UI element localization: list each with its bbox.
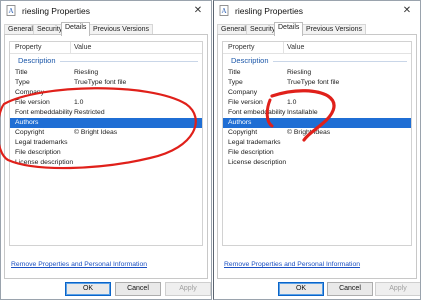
- row-value: TrueType font file: [287, 79, 340, 86]
- properties-window-left: A riesling Properties ✕ General Security…: [0, 0, 212, 300]
- column-divider[interactable]: [283, 42, 284, 54]
- property-row-copyright[interactable]: Copyright © Bright Ideas: [10, 128, 202, 138]
- row-key: Copyright: [228, 129, 258, 136]
- row-key: License description: [15, 159, 74, 166]
- row-key: Authors: [228, 119, 252, 126]
- svg-text:A: A: [222, 7, 227, 15]
- column-divider[interactable]: [70, 42, 71, 54]
- cancel-button[interactable]: Cancel: [115, 282, 161, 296]
- apply-button[interactable]: Apply: [165, 282, 211, 296]
- remove-properties-link[interactable]: Remove Properties and Personal Informati…: [224, 261, 360, 268]
- row-value: 1.0: [74, 99, 84, 106]
- column-property[interactable]: Property: [15, 44, 41, 51]
- row-key: Title: [228, 69, 241, 76]
- row-value: © Bright Ideas: [287, 129, 331, 136]
- dialog-buttons: OK Cancel Apply: [1, 281, 211, 299]
- column-header: Property Value: [223, 42, 411, 54]
- group-label: Description: [18, 56, 56, 65]
- ok-button[interactable]: OK: [65, 282, 111, 296]
- row-value: Installable: [287, 109, 318, 116]
- row-value: TrueType font file: [74, 79, 127, 86]
- property-row-type[interactable]: Type TrueType font file: [223, 78, 411, 88]
- group-header-description: Description: [16, 56, 198, 66]
- row-value: © Bright Ideas: [74, 129, 118, 136]
- properties-window-right: A riesling Properties ✕ General Security…: [213, 0, 421, 300]
- property-row-authors[interactable]: Authors: [223, 118, 411, 128]
- property-row-company[interactable]: Company: [10, 88, 202, 98]
- property-row-license-description[interactable]: License description: [223, 158, 411, 168]
- row-value: Riesling: [74, 69, 99, 76]
- row-key: Company: [15, 89, 45, 96]
- apply-button[interactable]: Apply: [375, 282, 420, 296]
- property-row-font-embeddability[interactable]: Font embeddability Restricted: [10, 108, 202, 118]
- row-key: File description: [15, 149, 61, 156]
- ok-button[interactable]: OK: [278, 282, 324, 296]
- title-bar[interactable]: A riesling Properties ✕: [1, 1, 211, 21]
- cancel-button[interactable]: Cancel: [327, 282, 373, 296]
- row-value: Riesling: [287, 69, 312, 76]
- row-key: Type: [228, 79, 243, 86]
- row-key: Legal trademarks: [15, 139, 68, 146]
- close-icon[interactable]: ✕: [400, 4, 414, 18]
- details-panel: Property Value Description Title Riesling…: [217, 34, 417, 279]
- window-title: riesling Properties: [235, 6, 304, 16]
- row-key: Title: [15, 69, 28, 76]
- window-title: riesling Properties: [22, 6, 91, 16]
- close-icon[interactable]: ✕: [191, 4, 205, 18]
- tab-details[interactable]: Details: [61, 22, 91, 36]
- property-row-file-version[interactable]: File version 1.0: [10, 98, 202, 108]
- group-header-description: Description: [229, 56, 407, 66]
- property-row-title[interactable]: Title Riesling: [223, 68, 411, 78]
- row-key: Font embeddability: [228, 109, 286, 116]
- remove-properties-link[interactable]: Remove Properties and Personal Informati…: [11, 261, 147, 268]
- tab-details[interactable]: Details: [274, 22, 304, 36]
- property-row-file-version[interactable]: File version 1.0: [223, 98, 411, 108]
- group-divider: [273, 61, 407, 62]
- property-row-copyright[interactable]: Copyright © Bright Ideas: [223, 128, 411, 138]
- row-key: Authors: [15, 119, 39, 126]
- property-row-license-description[interactable]: License description: [10, 158, 202, 168]
- property-row-authors[interactable]: Authors: [10, 118, 202, 128]
- column-property[interactable]: Property: [228, 44, 254, 51]
- property-row-type[interactable]: Type TrueType font file: [10, 78, 202, 88]
- property-list[interactable]: Property Value Description Title Riesling…: [222, 41, 412, 246]
- property-row-company[interactable]: Company: [223, 88, 411, 98]
- row-key: License description: [228, 159, 287, 166]
- row-key: File version: [15, 99, 50, 106]
- group-label: Description: [231, 56, 269, 65]
- group-divider: [60, 61, 198, 62]
- row-key: Type: [15, 79, 30, 86]
- property-list[interactable]: Property Value Description Title Riesling…: [9, 41, 203, 246]
- row-key: File version: [228, 99, 263, 106]
- svg-text:A: A: [9, 7, 14, 15]
- property-row-legal-trademarks[interactable]: Legal trademarks: [10, 138, 202, 148]
- row-key: Copyright: [15, 129, 45, 136]
- font-file-icon: A: [219, 5, 229, 16]
- column-value[interactable]: Value: [287, 44, 304, 51]
- row-key: File description: [228, 149, 274, 156]
- row-value: Restricted: [74, 109, 105, 116]
- row-value: 1.0: [287, 99, 297, 106]
- property-row-file-description[interactable]: File description: [223, 148, 411, 158]
- font-file-icon: A: [6, 5, 16, 16]
- dialog-buttons: OK Cancel Apply: [214, 281, 420, 299]
- details-panel: Property Value Description Title Riesling…: [4, 34, 208, 279]
- row-key: Font embeddability: [15, 109, 73, 116]
- column-value[interactable]: Value: [74, 44, 91, 51]
- column-header: Property Value: [10, 42, 202, 54]
- property-row-file-description[interactable]: File description: [10, 148, 202, 158]
- title-bar[interactable]: A riesling Properties ✕: [214, 1, 420, 21]
- property-row-legal-trademarks[interactable]: Legal trademarks: [223, 138, 411, 148]
- row-key: Company: [228, 89, 258, 96]
- property-row-font-embeddability[interactable]: Font embeddability Installable: [223, 108, 411, 118]
- property-row-title[interactable]: Title Riesling: [10, 68, 202, 78]
- row-key: Legal trademarks: [228, 139, 281, 146]
